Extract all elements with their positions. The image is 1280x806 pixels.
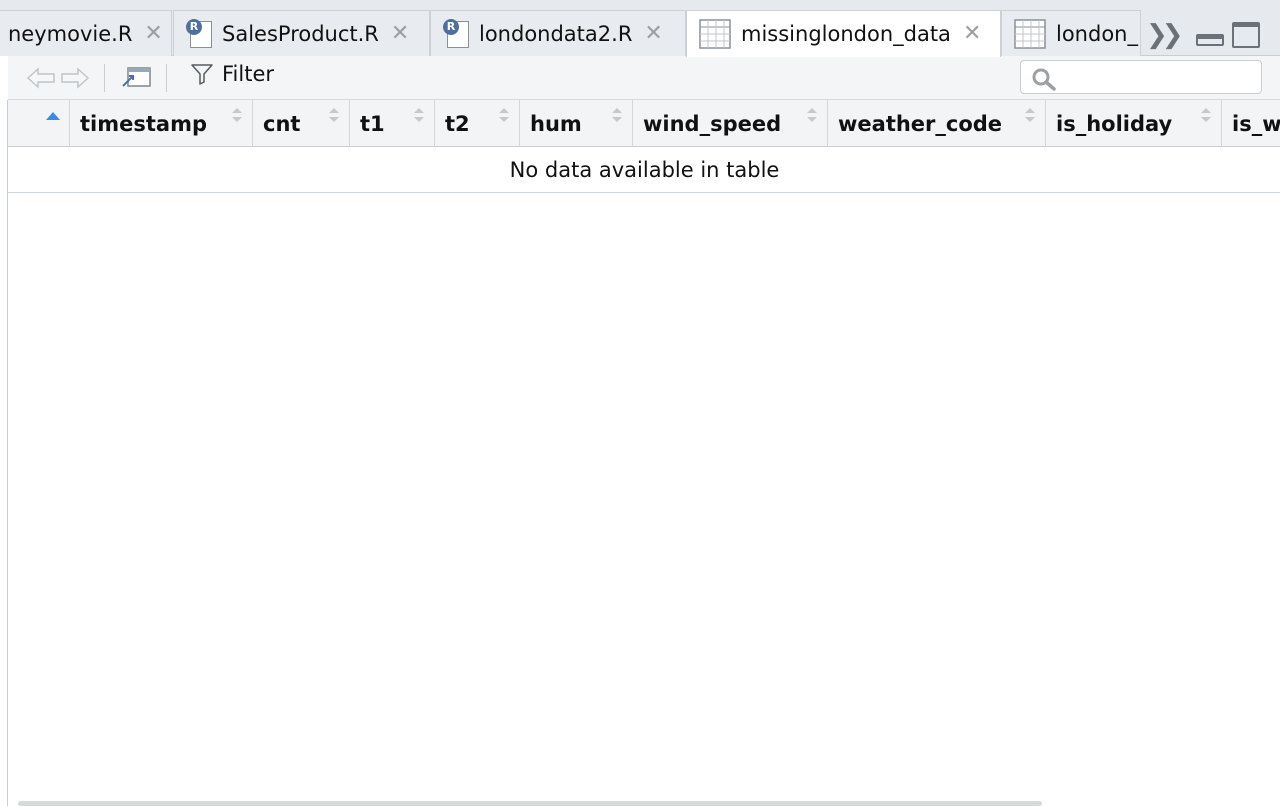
- arrow-left-icon[interactable]: [26, 64, 56, 92]
- close-icon[interactable]: ✕: [963, 23, 981, 45]
- chevron-double-right-icon[interactable]: ❯❯: [1146, 20, 1183, 50]
- tab-missinglondon-data[interactable]: missinglondon_data ✕: [686, 10, 1001, 57]
- tab-label: missinglondon_data: [741, 22, 951, 46]
- close-icon[interactable]: ✕: [644, 22, 662, 45]
- r-file-icon: R: [186, 18, 212, 49]
- sort-icon: [499, 108, 509, 124]
- column-header-weather-code[interactable]: weather_code: [828, 100, 1046, 147]
- column-header-wind-speed[interactable]: wind_speed: [633, 100, 828, 147]
- column-label: wind_speed: [643, 111, 782, 136]
- row-names-header[interactable]: [8, 100, 70, 147]
- sort-ascending-icon: [46, 112, 60, 120]
- filter-label: Filter: [222, 62, 275, 86]
- horizontal-scrollbar[interactable]: [18, 801, 1042, 806]
- search-icon: [1032, 68, 1056, 91]
- sort-icon: [232, 108, 242, 124]
- filter-icon: [191, 64, 213, 85]
- tab-label: london_: [1056, 21, 1138, 46]
- column-label: t2: [445, 111, 470, 136]
- tab-label: neymovie.R: [8, 21, 133, 46]
- tab-label: londondata2.R: [479, 21, 633, 46]
- popout-icon[interactable]: [120, 64, 152, 92]
- column-header-t2[interactable]: t2: [435, 100, 520, 147]
- data-viewer-toolbar: Filter: [8, 56, 1280, 100]
- sort-icon: [1025, 108, 1035, 124]
- column-label: weather_code: [838, 111, 1003, 136]
- column-label: t1: [360, 111, 385, 136]
- sort-icon: [414, 108, 424, 124]
- search-box[interactable]: [1020, 60, 1262, 94]
- r-file-icon: R: [443, 18, 469, 49]
- minimize-pane-icon[interactable]: [1196, 34, 1224, 46]
- editor-tab-bar: neymovie.R ✕ R SalesProduct.R ✕ R london…: [0, 0, 1280, 57]
- maximize-pane-icon[interactable]: [1232, 22, 1260, 48]
- empty-table-message: No data available in table: [8, 147, 1280, 193]
- column-header-is-holiday[interactable]: is_holiday: [1046, 100, 1222, 147]
- data-grid-icon: [1014, 18, 1046, 49]
- tab-londondata2[interactable]: R londondata2.R ✕: [430, 10, 686, 56]
- column-header-t1[interactable]: t1: [350, 100, 435, 147]
- empty-message-text: No data available in table: [509, 157, 780, 182]
- toolbar-separator: [104, 64, 105, 92]
- toolbar-separator: [166, 64, 167, 92]
- sort-icon: [1201, 108, 1211, 124]
- column-label: timestamp: [80, 111, 207, 136]
- column-label: is_holiday: [1056, 111, 1173, 136]
- tab-london[interactable]: london_: [1001, 10, 1141, 56]
- data-table: timestamp cnt t1 t2 hum wind_speed weath…: [7, 100, 1280, 806]
- column-label: is_w: [1232, 111, 1280, 136]
- column-label: hum: [530, 111, 582, 136]
- column-header-is-w[interactable]: is_w: [1222, 100, 1280, 147]
- column-header-timestamp[interactable]: timestamp: [70, 100, 253, 147]
- table-header-row: timestamp cnt t1 t2 hum wind_speed weath…: [8, 100, 1280, 147]
- search-input[interactable]: [1061, 65, 1256, 89]
- column-header-hum[interactable]: hum: [520, 100, 633, 147]
- arrow-right-icon[interactable]: [60, 64, 90, 92]
- tab-neymovie[interactable]: neymovie.R ✕: [0, 10, 172, 56]
- tab-salesproduct[interactable]: R SalesProduct.R ✕: [173, 10, 430, 56]
- column-label: cnt: [263, 111, 301, 136]
- tab-label: SalesProduct.R: [222, 21, 379, 46]
- sort-icon: [329, 108, 339, 124]
- filter-button[interactable]: Filter: [190, 62, 274, 86]
- close-icon[interactable]: ✕: [144, 22, 162, 45]
- sort-icon: [612, 108, 622, 124]
- data-grid-icon: [699, 19, 731, 49]
- column-header-cnt[interactable]: cnt: [253, 100, 350, 147]
- close-icon[interactable]: ✕: [391, 22, 409, 45]
- sort-icon: [807, 108, 817, 124]
